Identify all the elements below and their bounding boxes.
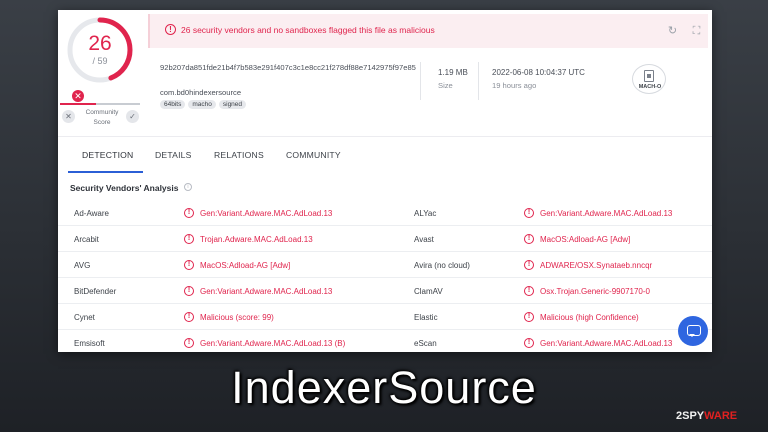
- file-icon: [644, 70, 654, 82]
- vendor-result: MacOS:Adload-AG [Adw]: [540, 235, 631, 244]
- file-size-value: 1.19 MB: [438, 68, 468, 77]
- similar-files-icon[interactable]: ⛶: [690, 25, 703, 38]
- alert-icon: !: [184, 208, 194, 218]
- tab-detection[interactable]: DETECTION: [82, 137, 133, 173]
- vendor-name: AVG: [74, 261, 91, 270]
- tag-signed[interactable]: signed: [218, 100, 247, 109]
- alert-icon: !: [524, 312, 534, 322]
- alert-icon: !: [524, 234, 534, 244]
- reanalyze-icon[interactable]: ↻: [666, 25, 679, 38]
- alert-text: 26 security vendors and no sandboxes fla…: [181, 25, 435, 35]
- vendor-name: Emsisoft: [74, 339, 105, 348]
- vendor-name: Elastic: [414, 313, 438, 322]
- vendor-result: Osx.Trojan.Generic-9907170-0: [540, 287, 650, 296]
- virustotal-window: 26 / 59 ✕ ✕ Community Score ✓ ! 26 secur…: [58, 10, 712, 352]
- table-row: Ad-Aware ! Gen:Variant.Adware.MAC.AdLoad…: [58, 200, 712, 226]
- vendor-name: Ad-Aware: [74, 209, 109, 218]
- watermark-logo: 2SPYWARE: [676, 410, 737, 422]
- detection-alert-banner: ! 26 security vendors and no sandboxes f…: [148, 14, 708, 48]
- vendor-result: Gen:Variant.Adware.MAC.AdLoad.13: [200, 209, 333, 218]
- table-row: AVG ! MacOS:Adload-AG [Adw] Avira (no cl…: [58, 252, 712, 278]
- detection-total: / 59: [92, 56, 108, 66]
- divider: [420, 62, 421, 100]
- file-name: com.bd0hindexersource: [160, 88, 242, 97]
- file-type-label: MACH-O: [638, 84, 662, 90]
- vendor-name: Avira (no cloud): [414, 261, 470, 270]
- close-icon: ✕: [72, 90, 84, 102]
- vendor-result: ADWARE/OSX.Synataeb.nncqr: [540, 261, 653, 270]
- table-row: Cynet ! Malicious (score: 99) Elastic ! …: [58, 304, 712, 330]
- file-type-badge: MACH-O: [632, 64, 666, 94]
- info-icon[interactable]: i: [184, 183, 192, 191]
- community-label-line1: Community: [85, 109, 119, 116]
- alert-icon: !: [165, 24, 176, 35]
- vote-malicious-button[interactable]: ✕: [62, 110, 75, 123]
- vendor-name: eScan: [414, 339, 437, 348]
- alert-icon: !: [184, 286, 194, 296]
- vendor-result: Trojan.Adware.MAC.AdLoad.13: [200, 235, 313, 244]
- tag-64bits[interactable]: 64bits: [160, 100, 186, 109]
- table-row: Emsisoft ! Gen:Variant.Adware.MAC.AdLoad…: [58, 330, 712, 352]
- file-size-label: Size: [438, 81, 453, 90]
- detection-count: 26: [88, 32, 112, 55]
- vendor-result: Gen:Variant.Adware.MAC.AdLoad.13: [200, 287, 333, 296]
- vendor-result: Malicious (high Confidence): [540, 313, 639, 322]
- file-tags: 64bits macho signed: [160, 100, 247, 109]
- tab-bar: DETECTION DETAILS RELATIONS COMMUNITY: [58, 136, 712, 174]
- alert-icon: !: [184, 312, 194, 322]
- chat-icon[interactable]: [678, 316, 708, 346]
- watermark-part2: WARE: [704, 410, 738, 422]
- alert-icon: !: [184, 234, 194, 244]
- active-tab-indicator: [68, 171, 143, 173]
- vendor-result: Gen:Variant.Adware.MAC.AdLoad.13 (B): [200, 339, 346, 348]
- tab-relations[interactable]: RELATIONS: [214, 137, 264, 173]
- alert-icon: !: [184, 338, 194, 348]
- community-score-label: Community Score: [80, 108, 124, 128]
- community-score-fill: [60, 103, 96, 105]
- vendor-result: Malicious (score: 99): [200, 313, 274, 322]
- vendor-name: Arcabit: [74, 235, 99, 244]
- vendor-result: Gen:Variant.Adware.MAC.AdLoad.13: [540, 209, 673, 218]
- tab-community[interactable]: COMMUNITY: [286, 137, 341, 173]
- alert-icon: !: [184, 260, 194, 270]
- alert-icon: !: [524, 208, 534, 218]
- alert-icon: !: [524, 260, 534, 270]
- vendor-name: ALYac: [414, 209, 437, 218]
- community-label-line2: Score: [93, 119, 111, 126]
- vendor-name: Cynet: [74, 313, 95, 322]
- vendor-name: Avast: [414, 235, 434, 244]
- table-row: Arcabit ! Trojan.Adware.MAC.AdLoad.13 Av…: [58, 226, 712, 252]
- analysis-date-relative: 19 hours ago: [492, 81, 537, 90]
- page-caption: IndexerSource: [231, 362, 537, 413]
- tab-details[interactable]: DETAILS: [155, 137, 192, 173]
- vendor-result: MacOS:Adload-AG [Adw]: [200, 261, 291, 270]
- vendor-name: BitDefender: [74, 287, 117, 296]
- section-title: Security Vendors' Analysis: [70, 183, 179, 193]
- vendor-result: Gen:Variant.Adware.MAC.AdLoad.13: [540, 339, 673, 348]
- table-row: BitDefender ! Gen:Variant.Adware.MAC.AdL…: [58, 278, 712, 304]
- watermark-part1: 2SPY: [676, 410, 705, 422]
- vendor-name: ClamAV: [414, 287, 443, 296]
- file-hash[interactable]: 92b207da851fde21b4f7b583e291f407c3c1e8cc…: [160, 62, 418, 74]
- community-score: ✕ ✕ Community Score ✓: [60, 90, 140, 138]
- community-score-bar: [60, 103, 140, 105]
- alert-icon: !: [524, 338, 534, 348]
- analysis-date: 2022-06-08 10:04:37 UTC: [492, 68, 585, 77]
- detection-score-ring: 26 / 59: [64, 14, 136, 86]
- divider: [478, 62, 479, 100]
- tag-macho[interactable]: macho: [188, 100, 216, 109]
- alert-icon: !: [524, 286, 534, 296]
- vote-harmless-button[interactable]: ✓: [126, 110, 139, 123]
